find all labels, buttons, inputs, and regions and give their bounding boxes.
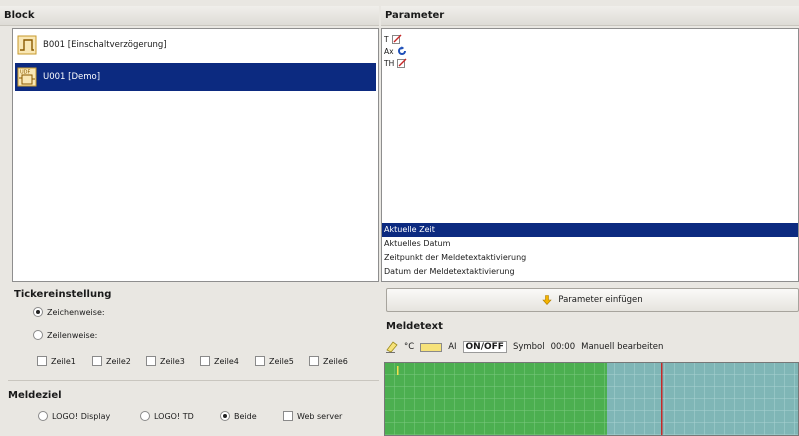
message-text-editor[interactable] (384, 362, 799, 436)
radio-indicator[interactable] (38, 411, 48, 421)
param-row-ax[interactable]: Ax (382, 45, 798, 57)
arrow-down-icon (542, 295, 553, 305)
list-item-aktuelle-zeit[interactable]: Aktuelle Zeit (382, 223, 798, 237)
checkbox-zeile2[interactable]: Zeile2 (92, 356, 131, 366)
divider (8, 380, 379, 381)
toolbar-onoff[interactable]: ON/OFF (462, 341, 507, 353)
parameter-area[interactable]: T Ax TH Aktuelle Zeit Aktuelles Datum Ze… (381, 28, 799, 282)
radio-label: LOGO! TD (154, 411, 194, 421)
radio-label: Beide (234, 411, 257, 421)
udf-block-icon: UDF (17, 67, 37, 87)
checkbox-box[interactable] (283, 411, 293, 421)
checkbox-box[interactable] (146, 356, 156, 366)
edit-icon[interactable] (391, 34, 402, 44)
toolbar-symbol[interactable]: Symbol (513, 342, 545, 352)
toolbar-degree-celsius[interactable]: °C (404, 342, 414, 352)
block-item-u001[interactable]: UDF U001 [Demo] (15, 63, 376, 91)
radio-logo-td[interactable]: LOGO! TD (140, 411, 194, 421)
checkbox-zeile1[interactable]: Zeile1 (37, 356, 76, 366)
timer-block-icon (17, 35, 37, 55)
checkbox-zeile5[interactable]: Zeile5 (255, 356, 294, 366)
toolbar-time[interactable]: 00:00 (551, 342, 576, 352)
checkbox-box[interactable] (92, 356, 102, 366)
radio-indicator[interactable] (33, 307, 43, 317)
checkbox-box[interactable] (37, 356, 47, 366)
refresh-icon[interactable] (397, 46, 407, 56)
checkbox-label: Zeile6 (323, 356, 348, 366)
radio-indicator[interactable] (140, 411, 150, 421)
toolbar-ai[interactable]: AI (448, 342, 456, 352)
block-header: Block (0, 6, 379, 26)
bargraph-icon[interactable] (420, 342, 443, 352)
radio-label: Zeichenweise: (47, 307, 105, 317)
scroll-display-area (607, 363, 798, 435)
param-label: Ax (384, 46, 394, 56)
checkbox-label: Zeile4 (214, 356, 239, 366)
list-item-datum[interactable]: Datum der Meldetextaktivierung (382, 265, 798, 279)
meldetext-toolbar: °C AI ON/OFF Symbol 00:00 Manuell bearbe… (386, 340, 669, 354)
param-label: TH (384, 58, 395, 68)
checkbox-box[interactable] (200, 356, 210, 366)
checkbox-label: Zeile5 (269, 356, 294, 366)
parameter-header: Parameter (381, 6, 799, 26)
toolbar-manual-edit[interactable]: Manuell bearbeiten (581, 342, 663, 352)
block-item-label: U001 [Demo] (43, 72, 101, 82)
checkbox-zeile4[interactable]: Zeile4 (200, 356, 239, 366)
meldetext-title: Meldetext (386, 321, 443, 332)
radio-logo-display[interactable]: LOGO! Display (38, 411, 110, 421)
checkbox-label: Web server (297, 411, 343, 421)
radio-beide[interactable]: Beide (220, 411, 257, 421)
checkbox-label: Zeile1 (51, 356, 76, 366)
text-cursor (397, 366, 399, 375)
character-grid[interactable] (385, 363, 799, 436)
checkbox-zeile6[interactable]: Zeile6 (309, 356, 348, 366)
eraser-icon[interactable] (386, 341, 398, 353)
param-label: T (384, 34, 389, 44)
special-params-list[interactable]: Aktuelle Zeit Aktuelles Datum Zeitpunkt … (382, 223, 798, 279)
meldeziel-title: Meldeziel (8, 390, 62, 401)
insert-parameter-label: Parameter einfügen (558, 295, 643, 305)
ticker-title: Tickereinstellung (14, 289, 112, 300)
radio-label: Zeilenweise: (47, 330, 98, 340)
block-item-b001[interactable]: B001 [Einschaltverzögerung] (15, 31, 376, 59)
checkbox-box[interactable] (309, 356, 319, 366)
list-item-zeitpunkt[interactable]: Zeitpunkt der Meldetextaktivierung (382, 251, 798, 265)
radio-zeichenweise[interactable]: Zeichenweise: (33, 307, 105, 317)
param-row-th[interactable]: TH (382, 57, 798, 69)
radio-indicator[interactable] (33, 330, 43, 340)
line-end-marker (661, 363, 663, 435)
param-row-t[interactable]: T (382, 33, 798, 45)
list-item-aktuelles-datum[interactable]: Aktuelles Datum (382, 237, 798, 251)
radio-indicator[interactable] (220, 411, 230, 421)
block-list[interactable]: B001 [Einschaltverzögerung] UDF U001 [De… (12, 28, 379, 282)
udf-badge: UDF (20, 70, 31, 76)
block-item-label: B001 [Einschaltverzögerung] (43, 40, 167, 50)
radio-label: LOGO! Display (52, 411, 111, 421)
checkbox-web-server[interactable]: Web server (283, 411, 342, 421)
checkbox-zeile3[interactable]: Zeile3 (146, 356, 185, 366)
checkbox-label: Zeile3 (160, 356, 185, 366)
checkbox-box[interactable] (255, 356, 265, 366)
checkbox-label: Zeile2 (106, 356, 131, 366)
insert-parameter-button[interactable]: Parameter einfügen (386, 288, 799, 312)
edit-icon[interactable] (397, 58, 407, 68)
visible-display-area (385, 363, 607, 435)
radio-zeilenweise[interactable]: Zeilenweise: (33, 330, 97, 340)
